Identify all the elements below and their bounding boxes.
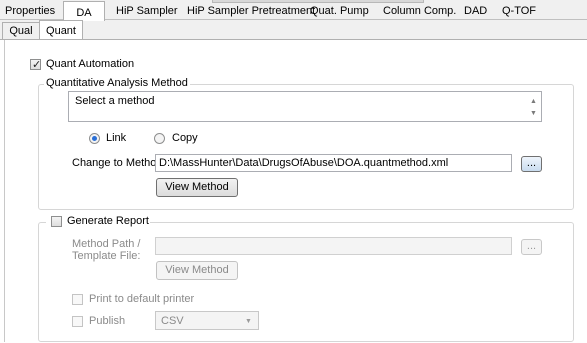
tab-qual[interactable]: Qual [2, 22, 40, 39]
template-path-field[interactable] [155, 237, 512, 255]
tab-da[interactable]: DA [63, 1, 105, 21]
print-default-checkbox[interactable] [72, 294, 83, 305]
tab-dad[interactable]: DAD [462, 3, 489, 19]
publish-format-select[interactable]: CSV ▼ [155, 311, 259, 330]
method-group-title: Quantitative Analysis Method [44, 77, 190, 90]
generate-report-checkbox[interactable] [51, 216, 62, 227]
link-radio[interactable] [89, 133, 100, 144]
copy-radio[interactable] [154, 133, 165, 144]
chevron-down-icon: ▼ [245, 318, 252, 325]
quant-automation-label: Quant Automation [46, 58, 135, 70]
tab-quant[interactable]: Quant [39, 20, 83, 40]
generate-report-label: Generate Report [67, 215, 149, 227]
change-method-path-value: D:\MassHunter\Data\DrugsOfAbuse\DOA.quan… [159, 157, 449, 169]
method-path-label-2: Template File: [72, 250, 141, 262]
method-select-box[interactable]: Select a method ▲ ▼ [68, 91, 542, 122]
method-select-text: Select a method [75, 95, 155, 107]
change-method-path-field[interactable]: D:\MassHunter\Data\DrugsOfAbuse\DOA.quan… [155, 154, 512, 172]
tab-hip-sampler[interactable]: HiP Sampler [114, 3, 180, 19]
tab-hip-sampler-pretreatment[interactable]: HiP Sampler Pretreatment [185, 3, 317, 19]
tab-q-tof[interactable]: Q-TOF [500, 3, 538, 19]
publish-format-value: CSV [161, 315, 184, 327]
tab-column-comp[interactable]: Column Comp. [381, 3, 458, 19]
publish-label: Publish [89, 315, 126, 327]
tab-quat-pump[interactable]: Quat. Pump [308, 3, 371, 19]
browse-template-button[interactable]: ... [521, 239, 542, 255]
change-method-label: Change to Method: [72, 157, 166, 169]
checkmark-icon: ✓ [32, 59, 42, 71]
link-label: Link [106, 132, 127, 144]
print-default-label: Print to default printer [89, 293, 195, 305]
view-template-button[interactable]: View Method [156, 261, 238, 280]
view-method-button[interactable]: View Method [156, 178, 238, 197]
quant-automation-checkbox[interactable]: ✓ [30, 59, 42, 71]
panel-left-edge [4, 40, 5, 342]
scroll-down-icon[interactable]: ▼ [530, 110, 537, 118]
scroll-up-icon[interactable]: ▲ [530, 98, 537, 106]
publish-checkbox[interactable] [72, 316, 83, 327]
browse-method-button[interactable]: ... [521, 156, 542, 172]
copy-label: Copy [172, 132, 198, 144]
tab-properties[interactable]: Properties [3, 3, 57, 19]
